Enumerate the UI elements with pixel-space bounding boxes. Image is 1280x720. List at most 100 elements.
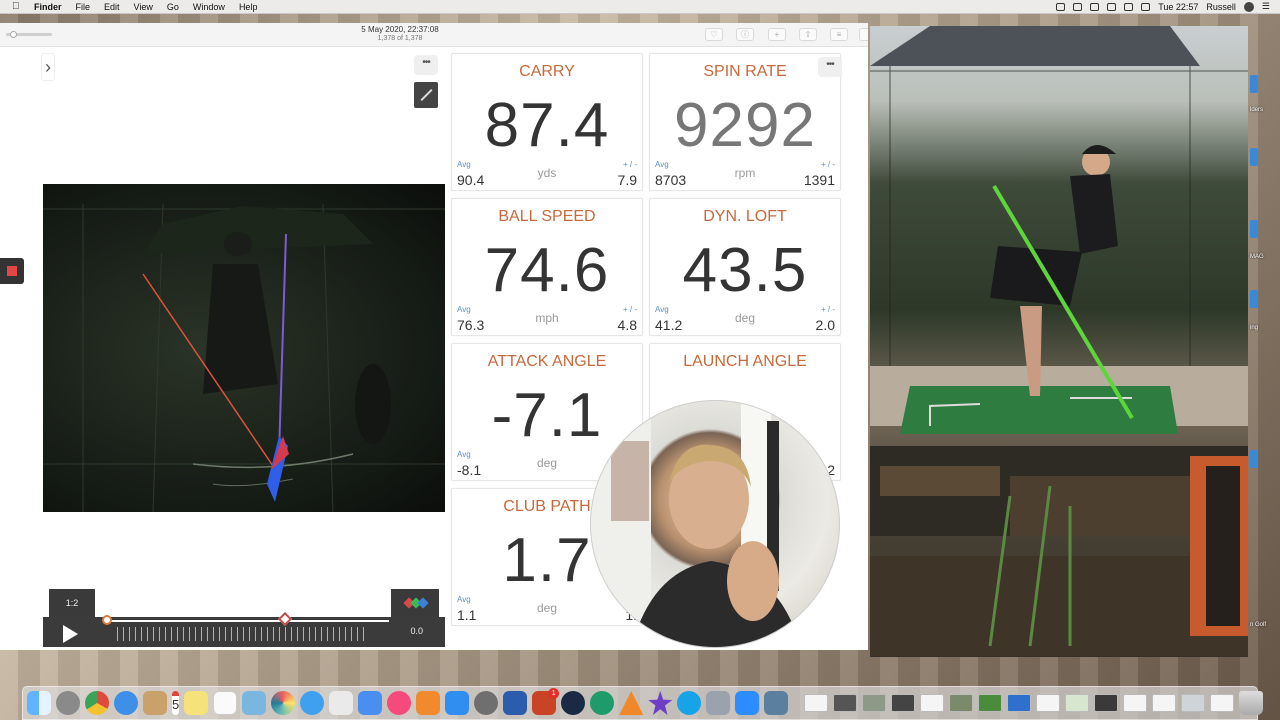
keynote-icon[interactable] — [358, 691, 383, 715]
playback-speed-button[interactable]: 1:2 — [49, 589, 95, 617]
metric-pm-label: + / - — [820, 160, 835, 169]
desktop-label[interactable]: n Golf — [1250, 622, 1266, 628]
image-capture-icon[interactable] — [764, 691, 789, 715]
video-options-button[interactable]: ••• — [414, 55, 438, 75]
menu-view[interactable]: View — [134, 2, 153, 12]
timeline-track[interactable] — [107, 620, 389, 622]
powerpoint-icon[interactable]: 1 — [532, 688, 560, 715]
metric-card-ball-speed[interactable]: BALL SPEED 74.6 Avg 76.3 mph + / - 4.8 — [451, 198, 643, 336]
down-the-line-video[interactable] — [870, 26, 1248, 657]
calendar-icon[interactable]: 5 — [172, 691, 180, 715]
share-icon[interactable]: ⇧ — [799, 28, 817, 41]
books-icon[interactable] — [416, 691, 441, 715]
menu-clock[interactable]: Tue 22:57 — [1158, 2, 1198, 12]
dock-recent-window[interactable] — [1181, 694, 1206, 712]
wifi-icon[interactable] — [1107, 2, 1117, 11]
dock-recent-window[interactable] — [1123, 694, 1148, 712]
metric-card-carry[interactable]: CARRY 87.4 Avg 90.4 yds + / - 7.9 — [451, 53, 643, 191]
metric-value: -7.1 — [491, 381, 603, 450]
desktop-label[interactable]: MAG — [1250, 254, 1264, 260]
chevron-right-icon[interactable]: › — [41, 53, 55, 81]
folder-icon[interactable] — [1250, 148, 1258, 166]
dock-recent-window[interactable] — [978, 694, 1003, 712]
desktop-label[interactable]: ing — [1250, 325, 1258, 331]
numbers-icon[interactable] — [329, 691, 354, 715]
finder-icon[interactable] — [27, 691, 51, 715]
timeline-ticks — [117, 627, 367, 641]
sidebar-toggle-icon[interactable] — [859, 28, 868, 41]
dock-recent-window[interactable] — [949, 694, 974, 712]
printer-icon[interactable] — [706, 691, 731, 715]
dock-recent-window[interactable] — [804, 694, 829, 712]
imovie-icon[interactable] — [648, 691, 673, 715]
desktop-label[interactable]: lders — [1250, 107, 1263, 113]
folder-icon[interactable] — [1250, 290, 1258, 308]
messages-icon[interactable] — [300, 691, 325, 715]
menu-list-icon[interactable]: ☰ — [1262, 1, 1270, 12]
launchpad-icon[interactable] — [56, 691, 80, 715]
menu-go[interactable]: Go — [167, 2, 179, 12]
photos-icon[interactable] — [271, 691, 296, 715]
cloud-icon[interactable] — [1073, 2, 1083, 11]
shot-counter: 1,378 of 1,378 — [377, 35, 423, 42]
dock-recent-window[interactable] — [1210, 694, 1235, 712]
reminders-icon[interactable] — [213, 691, 238, 715]
trash-icon[interactable] — [1239, 691, 1264, 715]
vlc-icon[interactable] — [619, 691, 644, 715]
metric-value: 87.4 — [484, 91, 610, 160]
system-preferences-icon[interactable] — [474, 691, 499, 715]
metric-card-spin-rate[interactable]: ••• SPIN RATE 9292 Avg 8703 rpm + / - 13… — [649, 53, 842, 191]
folder-icon[interactable] — [1250, 450, 1258, 468]
impact-marker[interactable] — [277, 611, 293, 627]
chrome-icon[interactable] — [85, 691, 109, 715]
club-path-video[interactable] — [43, 184, 445, 512]
contacts-icon[interactable] — [143, 691, 167, 715]
scrubber-bar: 0.0 — [43, 611, 445, 647]
folder-icon[interactable] — [1250, 220, 1258, 238]
menu-edit[interactable]: Edit — [104, 2, 120, 12]
app-store-icon[interactable] — [445, 691, 470, 715]
add-icon[interactable]: + — [768, 28, 786, 41]
menu-help[interactable]: Help — [239, 2, 258, 12]
metric-card-dyn-loft[interactable]: DYN. LOFT 43.5 Avg 41.2 deg + / - 2.0 — [649, 198, 841, 336]
skype-icon[interactable] — [677, 691, 702, 715]
metric-title: LAUNCH ANGLE — [683, 353, 807, 370]
bluetooth-icon[interactable] — [1090, 2, 1100, 11]
menu-window[interactable]: Window — [193, 2, 225, 12]
dock-recent-window[interactable] — [891, 694, 916, 712]
dock-recent-window[interactable] — [920, 694, 945, 712]
menu-file[interactable]: File — [76, 2, 91, 12]
battery-icon[interactable] — [1141, 2, 1151, 11]
volume-icon[interactable] — [1124, 2, 1134, 11]
screen-record-icon[interactable] — [1056, 2, 1066, 11]
heart-icon[interactable]: ♡ — [705, 28, 723, 41]
play-icon[interactable] — [63, 625, 78, 643]
dock-recent-window[interactable] — [1152, 694, 1177, 712]
filter-icon[interactable]: ≡ — [830, 28, 848, 41]
zoom-icon[interactable] — [735, 691, 760, 715]
dock-recent-window[interactable] — [1036, 694, 1061, 712]
word-icon[interactable] — [503, 691, 528, 715]
edge-icon[interactable] — [590, 691, 615, 715]
dock-recent-window[interactable] — [1065, 694, 1090, 712]
dock-recent-window[interactable] — [833, 694, 858, 712]
menu-app-name[interactable]: Finder — [34, 2, 62, 12]
record-button[interactable] — [0, 258, 24, 284]
safari-icon[interactable] — [114, 691, 138, 715]
apple-icon[interactable]:  — [12, 1, 26, 12]
draw-tool-button[interactable] — [414, 82, 438, 108]
info-icon[interactable]: ⓘ — [736, 28, 754, 41]
dock-recent-window[interactable] — [1007, 694, 1032, 712]
playhead-knob[interactable] — [102, 615, 112, 625]
dock-recent-window[interactable] — [862, 694, 887, 712]
user-avatar-icon[interactable] — [1243, 1, 1254, 12]
status-area: Tue 22:57 Russell ☰ — [1056, 1, 1280, 12]
folder-icon[interactable] — [1250, 75, 1258, 93]
preview-icon[interactable] — [242, 691, 267, 715]
music-icon[interactable] — [387, 691, 412, 715]
quicktime-icon[interactable] — [561, 691, 586, 715]
markers-button[interactable] — [391, 589, 439, 617]
notes-icon[interactable] — [184, 691, 209, 715]
menu-user[interactable]: Russell — [1206, 2, 1236, 12]
dock-recent-window[interactable] — [1094, 694, 1119, 712]
